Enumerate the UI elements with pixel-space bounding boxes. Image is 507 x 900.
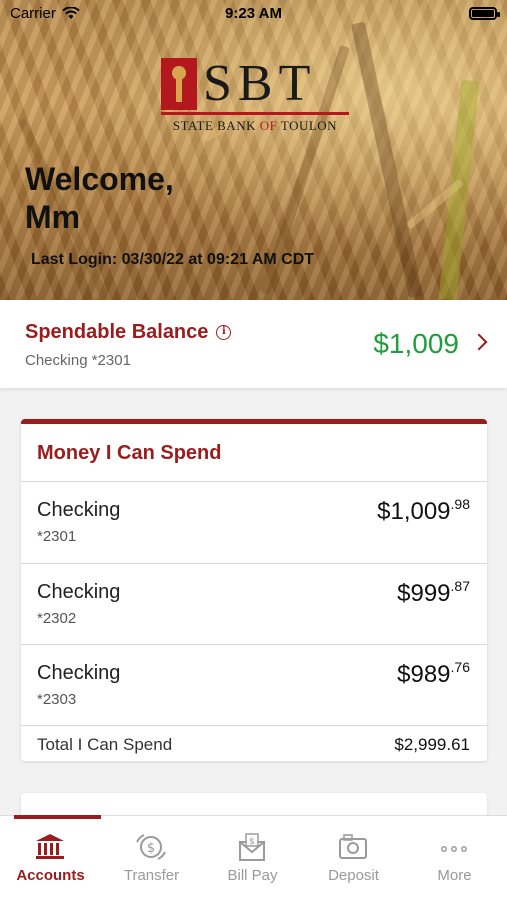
header-banner: Carrier 9:23 AM SBT STATE BANK OF TOULON… <box>0 0 507 300</box>
svg-text:$: $ <box>249 837 255 847</box>
money-i-can-spend-card: Money I Can Spend Checking *2301 $1,009.… <box>21 419 487 761</box>
account-name: Checking <box>37 662 121 684</box>
spendable-amount: $1,009 <box>373 328 459 359</box>
total-row: Total I Can Spend $2,999.61 <box>21 730 487 762</box>
battery-icon <box>469 7 500 20</box>
card-title: Money I Can Spend <box>37 442 222 464</box>
account-name: Checking <box>37 581 121 603</box>
tab-label: Transfer <box>123 867 180 884</box>
total-value: $2,999.61 <box>394 735 470 754</box>
logo-letters: SBT <box>203 55 317 112</box>
keyhole-icon <box>161 58 197 110</box>
account-number: *2301 <box>37 528 77 545</box>
spendable-account: Checking *2301 <box>25 352 131 369</box>
tab-accounts[interactable]: Accounts <box>0 815 101 900</box>
account-row[interactable]: Checking *2303 $989.76 <box>21 645 487 725</box>
chevron-right-icon[interactable] <box>470 333 488 351</box>
tab-label: More <box>437 867 472 884</box>
svg-text:$: $ <box>147 841 155 856</box>
status-bar: Carrier 9:23 AM <box>0 0 507 28</box>
bank-icon <box>36 834 64 859</box>
info-icon[interactable]: i <box>216 325 232 340</box>
clock: 9:23 AM <box>225 5 282 22</box>
account-name: Checking <box>37 499 121 521</box>
account-balance: $989.76 <box>397 659 470 688</box>
welcome-message: Welcome, Mm <box>25 161 174 235</box>
camera-icon <box>339 834 367 859</box>
bank-logo: SBT STATE BANK OF TOULON <box>161 55 349 134</box>
account-balance: $1,009.98 <box>377 496 470 525</box>
tab-bill-pay[interactable]: $ Bill Pay <box>202 816 303 900</box>
tab-label: Deposit <box>328 867 379 884</box>
account-row[interactable]: Checking *2301 $1,009.98 <box>21 482 487 562</box>
transfer-icon: $ <box>136 834 166 860</box>
tab-label: Accounts <box>16 867 85 884</box>
tab-deposit[interactable]: Deposit <box>303 816 404 900</box>
bank-name: STATE BANK OF TOULON <box>172 118 338 133</box>
spendable-title: Spendable Balance i <box>25 321 232 344</box>
account-number: *2302 <box>37 610 77 627</box>
account-row[interactable]: Checking *2302 $999.87 <box>21 564 487 644</box>
bill-pay-icon: $ <box>239 833 265 861</box>
more-icon <box>441 846 467 852</box>
tab-label: Bill Pay <box>227 867 278 884</box>
account-balance: $999.87 <box>397 578 470 607</box>
spendable-balance-card[interactable]: Spendable Balance i Checking *2301 $1,00… <box>0 300 507 388</box>
tab-more[interactable]: More <box>404 816 505 900</box>
account-number: *2303 <box>37 691 77 708</box>
total-label: Total I Can Spend <box>37 735 173 754</box>
tab-bar: Accounts $ Transfer $ Bill Pay Deposit M… <box>0 815 507 900</box>
tab-transfer[interactable]: $ Transfer <box>101 816 202 900</box>
last-login: Last Login: 03/30/22 at 09:21 AM CDT <box>31 251 315 268</box>
